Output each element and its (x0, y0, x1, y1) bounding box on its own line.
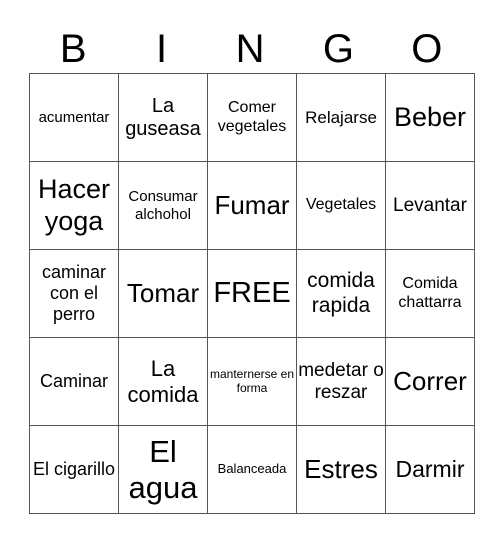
bingo-card: acumentar La guseasa Comer vegetales Relaja… (29, 73, 475, 514)
bingo-cell[interactable]: Relajarse (296, 73, 386, 162)
bingo-cell[interactable]: Hacer yoga (29, 161, 119, 250)
bingo-row: caminar con el perro Tomar FREE comida rapi… (29, 249, 475, 338)
free-space[interactable]: FREE (207, 249, 297, 338)
bingo-cell[interactable]: El agua (118, 425, 208, 514)
bingo-cell[interactable]: Comer vegetales (207, 73, 297, 162)
bingo-cell[interactable]: La guseasa (118, 73, 208, 162)
header-letter-o: O (411, 27, 443, 71)
bingo-cell[interactable]: Fumar (207, 161, 297, 250)
bingo-cell[interactable]: caminar con el perro (29, 249, 119, 338)
bingo-cell[interactable]: Vegetales (296, 161, 386, 250)
bingo-cell[interactable]: Correr (385, 337, 475, 426)
bingo-cell[interactable]: comida rapida (296, 249, 386, 338)
header-letter-g: G (322, 27, 354, 71)
bingo-cell[interactable]: El cigarillo (29, 425, 119, 514)
bingo-cell[interactable]: Tomar (118, 249, 208, 338)
header-letter-i: I (156, 27, 168, 71)
bingo-cell[interactable]: Levantar (385, 161, 475, 250)
bingo-cell[interactable]: manternerse en forma (207, 337, 297, 426)
bingo-cell[interactable]: Beber (385, 73, 475, 162)
header-letter-b: B (59, 27, 87, 71)
bingo-cell[interactable]: Consumar alchohol (118, 161, 208, 250)
header-letter-n: N (235, 27, 265, 71)
bingo-cell[interactable]: Balanceada (207, 425, 297, 514)
bingo-cell[interactable]: Comida chattarra (385, 249, 475, 338)
bingo-cell[interactable]: medetar o reszar (296, 337, 386, 426)
bingo-row: El cigarillo El agua Balanceada Estres Darmi… (29, 425, 475, 514)
bingo-header: B I N G O (29, 26, 471, 72)
bingo-cell[interactable]: Estres (296, 425, 386, 514)
bingo-cell[interactable]: La comida (118, 337, 208, 426)
bingo-row: Hacer yoga Consumar alchohol Fumar Vegetale… (29, 161, 475, 250)
bingo-row: acumentar La guseasa Comer vegetales Relaja… (29, 73, 475, 162)
bingo-cell[interactable]: acumentar (29, 73, 119, 162)
bingo-cell[interactable]: Caminar (29, 337, 119, 426)
bingo-row: Caminar La comida manternerse en forma mede… (29, 337, 475, 426)
bingo-cell[interactable]: Darmir (385, 425, 475, 514)
